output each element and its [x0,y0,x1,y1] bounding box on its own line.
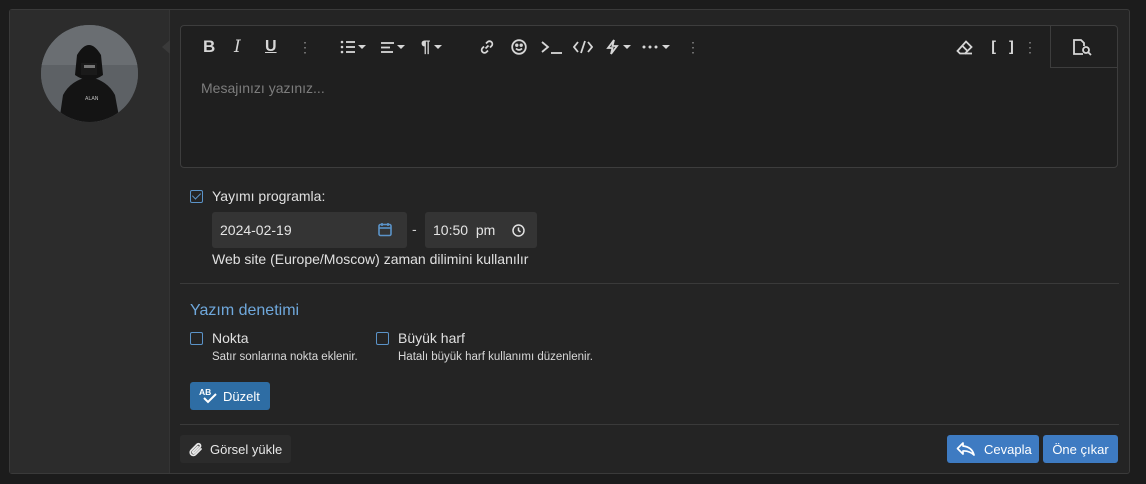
message-editor[interactable]: B I U ⋮ ¶ ⋮ [] ⋮ Mesajınızı yazınız... [180,25,1118,168]
editor-toolbar: B I U ⋮ ¶ ⋮ [] ⋮ [181,26,1117,68]
italic-icon[interactable]: I [234,36,241,58]
more-vertical-icon[interactable]: ⋮ [686,36,700,58]
insert-icon[interactable] [606,36,631,58]
more-right-icon[interactable]: ⋮ [1023,36,1037,58]
time-value: 10:50 pm [433,222,496,238]
reply-label: Cevapla [984,441,1032,457]
underline-icon[interactable]: U [265,36,277,58]
schedule-checkbox[interactable] [190,189,203,203]
emoji-icon[interactable] [511,36,527,58]
divider [180,283,1119,284]
option-period[interactable]: Nokta Satır sonlarına nokta eklenir. [190,330,358,363]
link-icon[interactable] [479,36,495,58]
eraser-icon[interactable] [956,36,973,58]
reply-form: ALAN B I U ⋮ ¶ ⋮ [] ⋮ Mesajınızı yazını… [9,9,1130,474]
message-placeholder[interactable]: Mesajınızı yazınız... [201,80,325,96]
main-area: B I U ⋮ ¶ ⋮ [] ⋮ Mesajınızı yazınız... … [170,10,1129,473]
align-icon[interactable] [380,36,405,58]
terminal-icon[interactable] [541,36,563,58]
feature-label: Öne çıkar [1052,441,1109,457]
date-input[interactable]: 2024-02-19 [212,212,407,248]
option-capitalization[interactable]: Büyük harf Hatalı büyük harf kullanımı d… [376,330,593,363]
upload-image-button[interactable]: Görsel yükle [180,435,291,463]
paragraph-icon[interactable]: ¶ [421,36,443,58]
more-text-icon[interactable]: ⋮ [298,36,312,58]
user-column: ALAN [10,10,170,473]
reply-icon [956,442,975,456]
code-icon[interactable] [573,36,593,58]
time-input[interactable]: 10:50 pm [425,212,537,248]
paperclip-icon [189,442,202,456]
feature-button[interactable]: Öne çıkar [1043,435,1118,463]
capitalization-checkbox[interactable] [376,331,389,345]
message-arrow [162,40,170,54]
spellcheck-title: Yazım denetimi [190,302,300,319]
spellcheck-icon: AB [199,387,217,404]
date-value: 2024-02-19 [220,222,292,238]
footer-divider [180,424,1119,425]
more-icon[interactable] [642,36,670,58]
calendar-icon[interactable] [378,222,392,237]
fix-button-label: Düzelt [223,388,260,404]
period-checkbox[interactable] [190,331,203,345]
upload-image-label: Görsel yükle [210,441,283,457]
schedule-toggle[interactable]: Yayımı programla: [190,188,325,204]
bbcode-icon[interactable]: [ ] [989,36,1016,58]
bold-icon[interactable]: B [203,36,215,58]
avatar[interactable]: ALAN [41,25,138,122]
svg-text:ALAN: ALAN [85,96,99,102]
capitalization-description: Hatalı büyük harf kullanımı düzenlenir. [398,351,593,363]
date-time-separator: - [412,221,417,237]
reply-button[interactable]: Cevapla [947,435,1039,463]
period-label: Nokta [212,330,249,346]
preview-toggle[interactable] [1050,26,1117,68]
period-description: Satır sonlarına nokta eklenir. [212,351,358,363]
timezone-note: Web site (Europe/Moscow) zaman dilimini … [212,251,529,267]
fix-button[interactable]: AB Düzelt [190,382,270,410]
svg-text:AB: AB [199,387,211,397]
clock-icon[interactable] [512,224,525,237]
list-icon[interactable] [340,36,366,58]
schedule-label: Yayımı programla: [212,188,326,204]
preview-icon[interactable] [1072,36,1092,58]
capitalization-label: Büyük harf [398,330,465,346]
